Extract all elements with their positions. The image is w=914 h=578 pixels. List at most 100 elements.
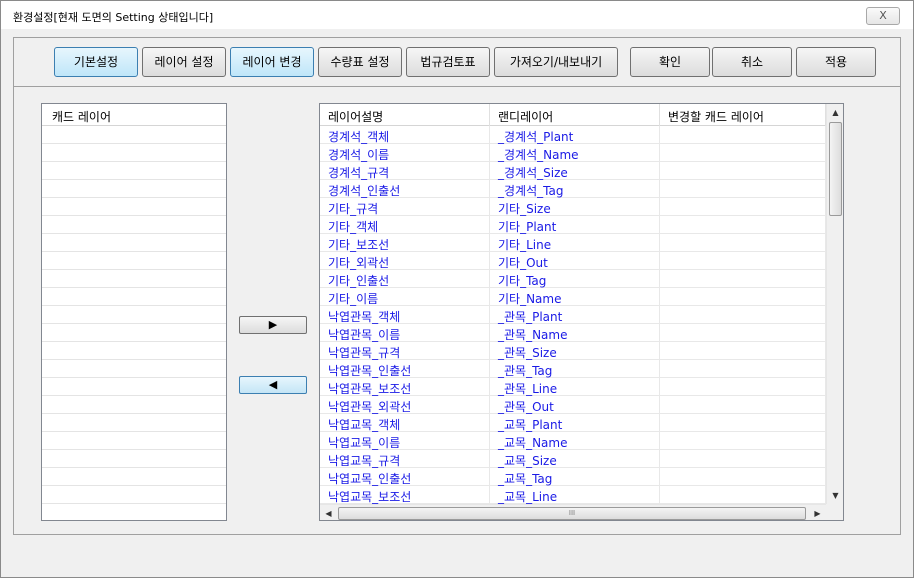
cell-layer-description[interactable]: 기타_보조선 xyxy=(320,234,490,252)
cell-layer-description[interactable]: 기타_외곽선 xyxy=(320,252,490,270)
cell-layer-description[interactable]: 경계석_이름 xyxy=(320,144,490,162)
column-header-layer-description[interactable]: 레이어설명 xyxy=(320,104,490,126)
cell-target-cad-layer[interactable] xyxy=(660,432,826,450)
cell-target-cad-layer[interactable] xyxy=(660,252,826,270)
table-row[interactable]: 기타_보조선 기타_Line xyxy=(320,234,826,252)
cell-landy-layer[interactable]: _교목_Line xyxy=(490,486,660,504)
table-row[interactable]: 기타_인출선 기타_Tag xyxy=(320,270,826,288)
cell-target-cad-layer[interactable] xyxy=(660,162,826,180)
cell-layer-description[interactable]: 경계석_규격 xyxy=(320,162,490,180)
cell-target-cad-layer[interactable] xyxy=(660,486,826,504)
tab-quantity-settings[interactable]: 수량표 설정 xyxy=(318,47,402,77)
cell-layer-description[interactable]: 낙엽교목_이름 xyxy=(320,432,490,450)
table-row[interactable]: 경계석_이름 _경계석_Name xyxy=(320,144,826,162)
cell-target-cad-layer[interactable] xyxy=(660,198,826,216)
tab-regulation-review[interactable]: 법규검토표 xyxy=(406,47,490,77)
table-row[interactable]: 기타_이름 기타_Name xyxy=(320,288,826,306)
table-row[interactable]: 낙엽관목_이름 _관목_Name xyxy=(320,324,826,342)
tab-layer-settings[interactable]: 레이어 설정 xyxy=(142,47,226,77)
cell-landy-layer[interactable]: 기타_Plant xyxy=(490,216,660,234)
cell-target-cad-layer[interactable] xyxy=(660,144,826,162)
table-row[interactable]: 낙엽교목_보조선 _교목_Line xyxy=(320,486,826,504)
tab-import-export[interactable]: 가져오기/내보내기 xyxy=(494,47,618,77)
tab-basic-settings[interactable]: 기본설정 xyxy=(54,47,138,77)
cell-landy-layer[interactable]: _교목_Size xyxy=(490,450,660,468)
cell-layer-description[interactable]: 낙엽관목_이름 xyxy=(320,324,490,342)
cell-layer-description[interactable]: 낙엽관목_객체 xyxy=(320,306,490,324)
cell-layer-description[interactable]: 낙엽관목_규격 xyxy=(320,342,490,360)
cell-landy-layer[interactable]: _관목_Line xyxy=(490,378,660,396)
cell-layer-description[interactable]: 경계석_인출선 xyxy=(320,180,490,198)
cell-layer-description[interactable]: 기타_규격 xyxy=(320,198,490,216)
cell-target-cad-layer[interactable] xyxy=(660,324,826,342)
cell-layer-description[interactable]: 낙엽교목_규격 xyxy=(320,450,490,468)
scroll-up-icon[interactable]: ▲ xyxy=(827,104,843,121)
horizontal-scrollbar[interactable]: ◀ III ▶ xyxy=(320,504,826,520)
move-right-button[interactable]: ▶ xyxy=(239,316,307,334)
cell-layer-description[interactable]: 낙엽교목_인출선 xyxy=(320,468,490,486)
cad-layer-list[interactable]: 캐드 레이어 xyxy=(41,103,227,521)
cell-layer-description[interactable]: 낙엽관목_인출선 xyxy=(320,360,490,378)
cell-target-cad-layer[interactable] xyxy=(660,468,826,486)
cell-landy-layer[interactable]: 기타_Line xyxy=(490,234,660,252)
cell-landy-layer[interactable]: 기타_Size xyxy=(490,198,660,216)
vertical-scroll-thumb[interactable] xyxy=(829,122,842,216)
cell-landy-layer[interactable]: _경계석_Name xyxy=(490,144,660,162)
cell-landy-layer[interactable]: _관목_Name xyxy=(490,324,660,342)
table-row[interactable]: 낙엽관목_규격 _관목_Size xyxy=(320,342,826,360)
cell-target-cad-layer[interactable] xyxy=(660,216,826,234)
cell-layer-description[interactable]: 낙엽교목_보조선 xyxy=(320,486,490,504)
cell-landy-layer[interactable]: _관목_Size xyxy=(490,342,660,360)
cell-target-cad-layer[interactable] xyxy=(660,234,826,252)
scroll-left-icon[interactable]: ◀ xyxy=(320,505,337,520)
cell-target-cad-layer[interactable] xyxy=(660,180,826,198)
cell-landy-layer[interactable]: _관목_Out xyxy=(490,396,660,414)
table-row[interactable]: 경계석_객체 _경계석_Plant xyxy=(320,126,826,144)
cancel-button[interactable]: 취소 xyxy=(712,47,792,77)
table-row[interactable]: 낙엽교목_규격 _교목_Size xyxy=(320,450,826,468)
cell-target-cad-layer[interactable] xyxy=(660,270,826,288)
cell-landy-layer[interactable]: _경계석_Tag xyxy=(490,180,660,198)
cell-target-cad-layer[interactable] xyxy=(660,378,826,396)
table-row[interactable]: 낙엽관목_보조선 _관목_Line xyxy=(320,378,826,396)
cell-layer-description[interactable]: 기타_객체 xyxy=(320,216,490,234)
cell-target-cad-layer[interactable] xyxy=(660,306,826,324)
table-row[interactable]: 낙엽교목_이름 _교목_Name xyxy=(320,432,826,450)
cell-landy-layer[interactable]: 기타_Out xyxy=(490,252,660,270)
table-row[interactable]: 경계석_인출선 _경계석_Tag xyxy=(320,180,826,198)
table-row[interactable]: 기타_규격 기타_Size xyxy=(320,198,826,216)
column-header-target-cad-layer[interactable]: 변경할 캐드 레이어 xyxy=(660,104,826,126)
table-row[interactable]: 경계석_규격 _경계석_Size xyxy=(320,162,826,180)
tab-layer-change[interactable]: 레이어 변경 xyxy=(230,47,314,77)
cell-target-cad-layer[interactable] xyxy=(660,288,826,306)
cell-landy-layer[interactable]: _경계석_Size xyxy=(490,162,660,180)
table-row[interactable]: 기타_외곽선 기타_Out xyxy=(320,252,826,270)
cell-target-cad-layer[interactable] xyxy=(660,396,826,414)
cell-layer-description[interactable]: 낙엽교목_객체 xyxy=(320,414,490,432)
cell-target-cad-layer[interactable] xyxy=(660,360,826,378)
table-row[interactable]: 낙엽관목_인출선 _관목_Tag xyxy=(320,360,826,378)
cell-landy-layer[interactable]: _경계석_Plant xyxy=(490,126,660,144)
cell-target-cad-layer[interactable] xyxy=(660,342,826,360)
scroll-right-icon[interactable]: ▶ xyxy=(809,505,826,520)
table-row[interactable]: 낙엽관목_외곽선 _관목_Out xyxy=(320,396,826,414)
move-left-button[interactable]: ◀ xyxy=(239,376,307,394)
cell-landy-layer[interactable]: 기타_Name xyxy=(490,288,660,306)
cell-target-cad-layer[interactable] xyxy=(660,450,826,468)
cell-landy-layer[interactable]: _교목_Tag xyxy=(490,468,660,486)
apply-button[interactable]: 적용 xyxy=(796,47,876,77)
cad-layer-list-body[interactable] xyxy=(42,126,226,520)
cell-landy-layer[interactable]: _교목_Name xyxy=(490,432,660,450)
close-button[interactable]: X xyxy=(866,7,900,25)
cell-target-cad-layer[interactable] xyxy=(660,414,826,432)
ok-button[interactable]: 확인 xyxy=(630,47,710,77)
horizontal-scroll-thumb[interactable]: III xyxy=(338,507,806,520)
table-row[interactable]: 낙엽교목_객체 _교목_Plant xyxy=(320,414,826,432)
cell-landy-layer[interactable]: _관목_Tag xyxy=(490,360,660,378)
cell-layer-description[interactable]: 기타_이름 xyxy=(320,288,490,306)
cell-target-cad-layer[interactable] xyxy=(660,126,826,144)
vertical-scrollbar[interactable]: ▲ ▼ xyxy=(826,104,843,504)
cell-layer-description[interactable]: 경계석_객체 xyxy=(320,126,490,144)
cell-layer-description[interactable]: 기타_인출선 xyxy=(320,270,490,288)
cell-landy-layer[interactable]: 기타_Tag xyxy=(490,270,660,288)
